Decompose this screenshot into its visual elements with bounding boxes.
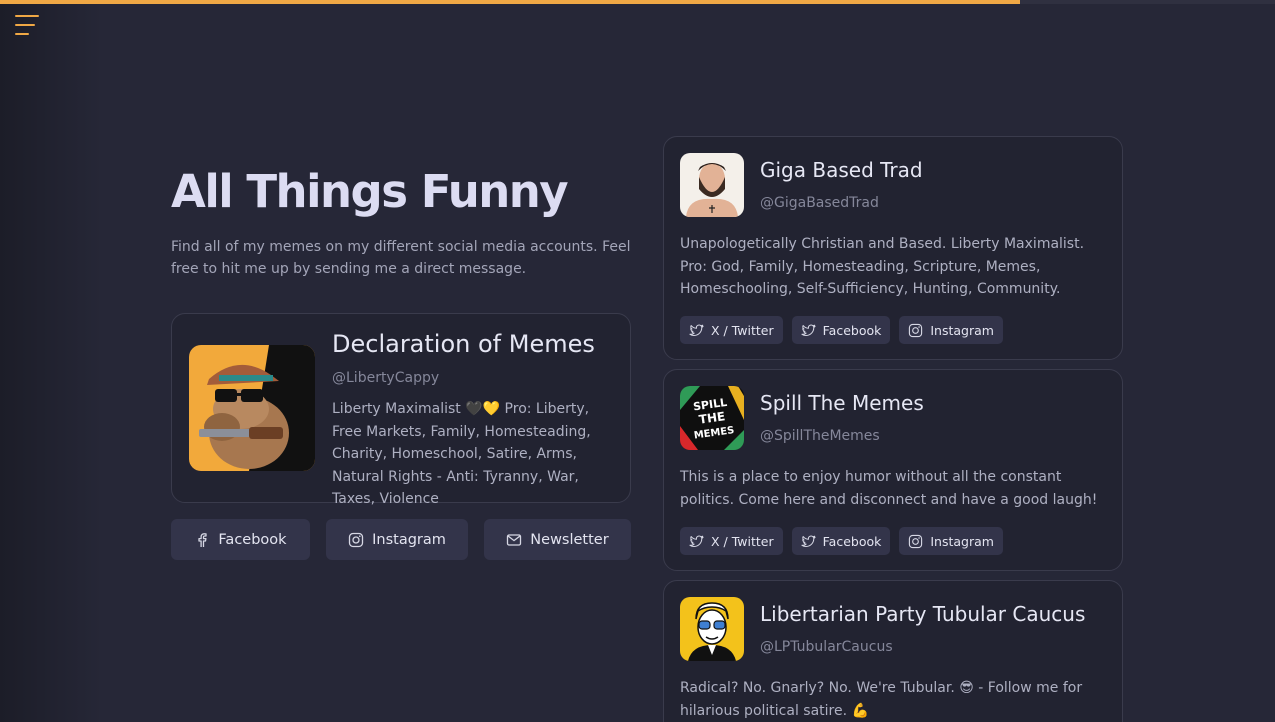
bearded-man-avatar xyxy=(680,153,744,217)
account-handle: @SpillTheMemes xyxy=(760,428,880,444)
account-card: Giga Based Trad @GigaBasedTrad Unapologe… xyxy=(663,136,1123,360)
hamburger-menu-icon[interactable] xyxy=(15,15,39,37)
instagram-label: Instagram xyxy=(930,322,994,338)
account-handle: @GigaBasedTrad xyxy=(760,195,879,211)
facebook-button-label: Facebook xyxy=(218,531,287,548)
mail-icon xyxy=(507,533,522,546)
account-card: Libertarian Party Tubular Caucus @LPTubu… xyxy=(663,580,1123,722)
account-name: Giga Based Trad xyxy=(760,158,923,182)
account-name: Spill The Memes xyxy=(760,391,924,415)
account-bio: This is a place to enjoy humor without a… xyxy=(680,469,1098,508)
twitter-icon xyxy=(689,324,704,336)
capybara-avatar xyxy=(189,345,315,471)
account-name: Libertarian Party Tubular Caucus xyxy=(760,602,1086,626)
instagram-button[interactable]: Instagram xyxy=(326,519,468,560)
instagram-label: Instagram xyxy=(930,533,994,549)
instagram-icon xyxy=(348,532,364,547)
spill-the-memes-logo: SPILL THE MEMES xyxy=(680,386,744,450)
facebook-icon xyxy=(198,532,208,547)
account-bio: Radical? No. Gnarly? No. We're Tubular. … xyxy=(680,680,1083,719)
account-handle: @LPTubularCaucus xyxy=(760,639,893,655)
x-twitter-label: X / Twitter xyxy=(711,533,774,549)
instagram-icon xyxy=(909,534,923,548)
x-twitter-button[interactable]: X / Twitter xyxy=(680,316,783,344)
x-twitter-button[interactable]: X / Twitter xyxy=(680,527,783,555)
facebook-button[interactable]: Facebook xyxy=(791,316,891,344)
newsletter-button[interactable]: Newsletter xyxy=(484,519,631,560)
sunglasses-man-avatar xyxy=(680,597,744,661)
x-twitter-label: X / Twitter xyxy=(711,322,774,338)
twitter-icon xyxy=(801,535,816,547)
instagram-button[interactable]: Instagram xyxy=(899,316,1003,344)
twitter-icon xyxy=(689,535,704,547)
instagram-button[interactable]: Instagram xyxy=(899,527,1003,555)
page-title: All Things Funny xyxy=(171,165,569,218)
account-card: SPILL THE MEMES Spill The Memes @SpillTh… xyxy=(663,369,1123,571)
facebook-button[interactable]: Facebook xyxy=(791,527,891,555)
reading-progress-fill xyxy=(0,0,1020,4)
account-bio: Unapologetically Christian and Based. Li… xyxy=(680,236,1085,297)
facebook-button[interactable]: Facebook xyxy=(171,519,310,560)
facebook-label: Facebook xyxy=(822,322,882,338)
twitter-icon xyxy=(801,324,816,336)
profile-card: Declaration of Memes @LibertyCappy Liber… xyxy=(171,313,631,507)
instagram-button-label: Instagram xyxy=(372,531,446,548)
newsletter-button-label: Newsletter xyxy=(530,531,609,548)
profile-handle: @LibertyCappy xyxy=(332,370,440,386)
account-links: X / Twitter Facebook Instagram xyxy=(680,316,1003,344)
account-links: X / Twitter Facebook Instagram xyxy=(680,527,1003,555)
profile-name: Declaration of Memes xyxy=(332,330,595,358)
intro-text: Find all of my memes on my different soc… xyxy=(171,239,631,277)
instagram-icon xyxy=(909,323,923,337)
reading-progress-track xyxy=(0,0,1275,4)
facebook-label: Facebook xyxy=(822,533,882,549)
profile-bio: Liberty Maximalist 🖤💛 Pro: Liberty, Free… xyxy=(332,401,591,507)
hero-section: All Things Funny Find all of my memes on… xyxy=(171,165,631,280)
